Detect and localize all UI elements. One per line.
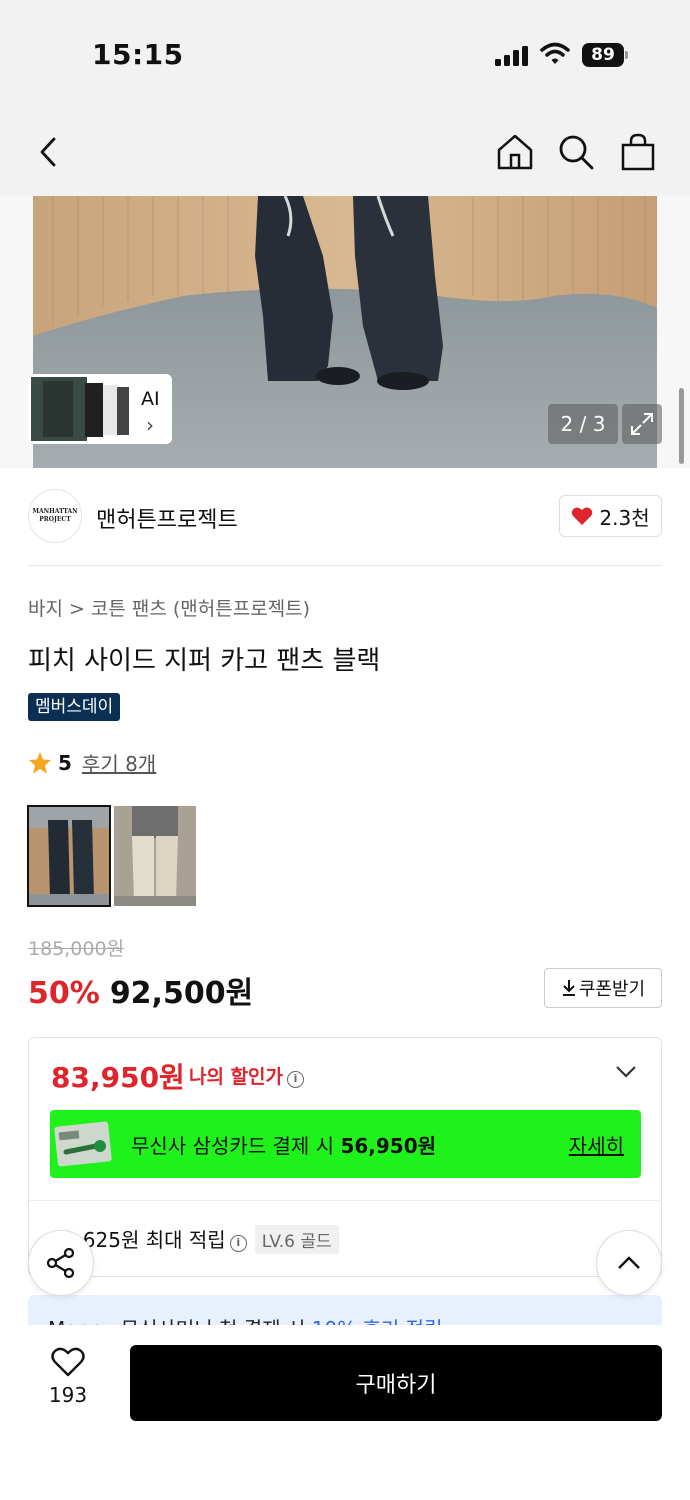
heart-icon [572, 507, 593, 525]
brand-name[interactable]: 맨허튼프로젝트 [96, 502, 238, 534]
money-promo-prefix: Money 무신사머니 첫 결제 시 [48, 1317, 312, 1325]
brand-like-count: 2.3천 [599, 505, 650, 530]
share-icon [46, 1247, 75, 1279]
chevron-down-icon[interactable] [615, 1064, 637, 1083]
card-detail-link[interactable]: 자세히 [569, 1130, 624, 1159]
wifi-icon [540, 42, 570, 66]
ai-label: AI [141, 388, 160, 410]
sale-price: 92,500원 [109, 976, 254, 1011]
chevron-right-icon: > [68, 598, 85, 620]
bag-icon[interactable] [616, 130, 660, 174]
search-icon[interactable] [554, 130, 598, 174]
color-swatch-black[interactable] [27, 805, 111, 907]
wishlist-button[interactable]: 193 [40, 1347, 96, 1407]
rating-score: 5 [58, 750, 72, 775]
image-page-counter: 2 / 3 [548, 404, 618, 444]
wishlist-count: 193 [48, 1383, 88, 1407]
status-bar: 15:15 89 [0, 0, 690, 110]
share-button[interactable] [28, 1230, 94, 1296]
brand-logo[interactable]: MANHATTAN PROJECT [28, 489, 82, 543]
star-icon [29, 752, 51, 774]
sale-price-row: 50% 92,500원 [28, 968, 253, 1012]
chevron-up-icon [618, 1256, 640, 1269]
brand-like-button[interactable]: 2.3천 [559, 495, 662, 537]
max-points-row: 13,625원 최대 적립 i LV.6 골드 [51, 1224, 339, 1254]
info-icon[interactable]: i [287, 1071, 305, 1088]
money-promo-banner[interactable]: Money 무신사머니 첫 결제 시 10% 후기 적립 [28, 1295, 662, 1325]
ai-thumbnail [31, 377, 131, 441]
coupon-button[interactable]: 쿠폰받기 [544, 968, 662, 1008]
divider [28, 565, 662, 566]
brand-logo-text: MANHATTAN [32, 508, 78, 515]
breadcrumb-subcategory[interactable]: 코튼 팬츠 (맨허튼프로젝트) [91, 598, 310, 620]
heart-outline-icon [51, 1347, 85, 1377]
scroll-indicator [679, 388, 684, 464]
original-price: 185,000원 [28, 938, 125, 960]
top-nav [0, 110, 690, 196]
member-level-badge: LV.6 골드 [254, 1225, 339, 1254]
divider [29, 1200, 661, 1201]
card-promo-banner[interactable]: 무신사 삼성카드 결제 시 56,950원 자세히 [50, 1110, 641, 1178]
signal-icon [495, 46, 529, 66]
expand-icon[interactable] [622, 404, 662, 444]
battery-level: 89 [582, 43, 624, 67]
points-label: 최대 적립 [139, 1228, 226, 1252]
review-count-link[interactable]: 후기 8개 [82, 748, 156, 777]
info-icon[interactable]: i [229, 1235, 247, 1252]
my-discount-panel: 83,950원 나의 할인가 i 무신사 삼성카드 결제 시 56,950원 자세… [28, 1037, 662, 1277]
my-discount-label-text: 나의 할인가 [189, 1066, 284, 1088]
back-icon[interactable] [26, 130, 70, 174]
download-icon [562, 980, 575, 996]
discount-percent: 50% [28, 976, 100, 1011]
card-promo-prefix: 무신사 삼성카드 결제 시 [131, 1134, 341, 1158]
bottom-action-bar: 193 구매하기 [0, 1325, 690, 1500]
credit-card-image [52, 1116, 114, 1172]
chevron-right-icon: › [146, 413, 154, 437]
home-icon[interactable] [493, 130, 537, 174]
breadcrumb-category[interactable]: 바지 [28, 598, 63, 620]
members-day-badge: 멤버스데이 [28, 693, 121, 721]
rating-row: 5 후기 8개 [28, 748, 156, 777]
product-title: 피치 사이드 지퍼 카고 팬츠 블랙 [28, 646, 381, 676]
brand-logo-text: PROJECT [39, 516, 71, 523]
color-swatch-beige[interactable] [114, 806, 196, 906]
my-discount-label[interactable]: 나의 할인가 i [189, 1062, 305, 1089]
my-discount-price: 83,950원 [51, 1061, 185, 1094]
money-promo-highlight: 10% 후기 적립 [312, 1317, 443, 1325]
scroll-top-button[interactable] [596, 1230, 662, 1296]
buy-button[interactable]: 구매하기 [130, 1345, 662, 1421]
breadcrumb: 바지 > 코튼 팬츠 (맨허튼프로젝트) [28, 594, 310, 621]
card-promo-price: 56,950원 [340, 1134, 437, 1158]
card-promo-text: 무신사 삼성카드 결제 시 56,950원 [131, 1130, 436, 1159]
money-promo-text: Money 무신사머니 첫 결제 시 10% 후기 적립 [48, 1313, 442, 1325]
battery-icon: 89 [582, 43, 628, 67]
status-time: 15:15 [92, 38, 184, 71]
coupon-label: 쿠폰받기 [578, 979, 646, 1000]
